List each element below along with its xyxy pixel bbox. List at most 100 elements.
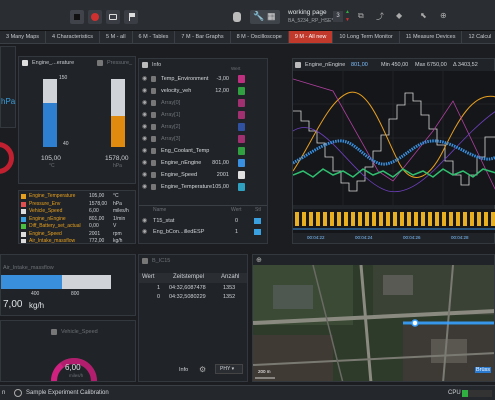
digital-pulse (393, 212, 397, 226)
tab-8[interactable]: 8 M - Oscilloscope (231, 31, 289, 43)
toolbar: 🔧 ▦ working page BA_5234_RP_HSE* 3 ▲ ▼ ⧉ … (0, 0, 495, 31)
eye-icon[interactable]: ◉ (142, 97, 147, 109)
page-number[interactable]: 3 (333, 11, 343, 22)
map-place: Brüss (475, 367, 492, 373)
color-swatch[interactable] (238, 159, 245, 167)
signal-name: Air_Intake_massflow (29, 238, 76, 244)
phy-select[interactable]: PHY ▾ (215, 364, 243, 374)
tab-11[interactable]: 11 Measure Devices (400, 31, 463, 43)
gauge-ring (0, 142, 14, 174)
info-row[interactable]: ◉ Array[3] (139, 133, 267, 145)
eye-icon[interactable]: ◉ (142, 157, 147, 169)
cursor-icon[interactable]: ⬉ (420, 11, 427, 20)
tab-10[interactable]: 10 Long Term Monitor (333, 31, 400, 43)
eye-icon[interactable]: ◉ (142, 73, 147, 85)
tab-4[interactable]: 4 Characteristics (46, 31, 100, 43)
massflow-fill (1, 275, 62, 289)
color-swatch[interactable] (238, 135, 245, 143)
info-signal-value: 105,00 (212, 184, 229, 190)
panel-menu-icon[interactable] (295, 62, 301, 68)
scope-time-3: 00:04:26 (403, 235, 421, 240)
info-row[interactable]: ◉ Array[1] (139, 109, 267, 121)
color-swatch[interactable] (238, 111, 245, 119)
scope-plot (293, 71, 495, 205)
info-row[interactable]: ◉ Array[2] (139, 121, 267, 133)
table-row[interactable]: 0 04:32,5080229 1352 (139, 294, 247, 303)
tab-6[interactable]: 6 M - Tables (133, 31, 176, 43)
color-swatch[interactable] (238, 87, 245, 95)
arrow-up-icon[interactable]: ▲ (345, 9, 350, 15)
color-swatch[interactable] (238, 75, 245, 83)
panel-menu-icon[interactable] (97, 60, 103, 66)
map-panel[interactable]: ⊕ 200 m Brüss (252, 254, 495, 382)
snapshot-button[interactable] (106, 10, 120, 24)
signal-list-item[interactable]: Engine_nEngine 801,00 1/min (19, 216, 135, 223)
config-button[interactable]: 🔧 ▦ (250, 10, 280, 24)
tab-12[interactable]: 12 Calcul (462, 31, 495, 43)
color-swatch[interactable] (238, 183, 245, 191)
info-row[interactable]: ◉ Array[0] (139, 97, 267, 109)
panel-menu-icon[interactable] (22, 60, 28, 66)
color-swatch[interactable] (254, 229, 261, 235)
info-row[interactable]: ◉ Engine_Temperature 105,00 (139, 181, 267, 193)
eye-icon[interactable]: ◉ (142, 145, 147, 157)
marker-button[interactable] (124, 10, 138, 24)
record-button[interactable] (88, 10, 102, 24)
speed-gauge-panel: Vehicle_Speed 6,00 miles/h (0, 320, 136, 382)
color-swatch[interactable] (238, 99, 245, 107)
signal-list-item[interactable]: Engine_Speed 2001 rpm (19, 231, 135, 238)
digital-pulse (309, 212, 313, 226)
zoom-icon[interactable]: ⊕ (440, 11, 447, 20)
eye-icon[interactable]: ◉ (142, 133, 147, 145)
eye-icon[interactable]: ◉ (142, 85, 147, 97)
eye-icon[interactable]: ◉ (142, 181, 147, 193)
eye-icon[interactable]: ◉ (142, 226, 147, 238)
gauge-unit: miles/h (69, 373, 84, 378)
tab-9[interactable]: 9 M - All new (288, 31, 334, 43)
info-row[interactable]: ◉ Engine_Speed 2001 (139, 169, 267, 181)
signal-name: Engine_Speed (29, 230, 62, 237)
eye-icon[interactable]: ◉ (142, 109, 147, 121)
info-row[interactable]: ◉ Eng_Coolant_Temp (139, 145, 267, 157)
signal-list-item[interactable]: Air_Intake_massflow 772,00 kg/h (19, 238, 135, 244)
color-swatch[interactable] (238, 171, 245, 179)
lower-signal-name: Eng_bCon...illedESP (153, 229, 205, 235)
info-row[interactable]: ◉ Engine_nEngine 801,00 (139, 157, 267, 169)
export-icon[interactable]: ⤴ (376, 11, 384, 22)
tab-5[interactable]: 5 M - all (100, 31, 133, 43)
signal-type-icon (151, 88, 156, 94)
info-row[interactable]: ◉ velocity_veh 12,00 (139, 85, 267, 97)
signal-list-item[interactable]: Pressure_Env 1578,00 hPa (19, 201, 135, 208)
signal-list-item[interactable]: Engine_Temperature 105,00 °C (19, 193, 135, 200)
crosshair-icon[interactable]: ⊕ (256, 256, 262, 264)
table-row[interactable]: 1 04:32,6087478 1353 (139, 285, 247, 294)
panel-menu-icon[interactable] (142, 62, 148, 68)
signal-list-item[interactable]: Vehicle_Speed 6,00 miles/h (19, 208, 135, 215)
info-row[interactable]: ◉ Temp_Environment -3,00 (139, 73, 267, 85)
divider (139, 205, 267, 206)
copy-icon[interactable]: ⧉ (358, 11, 364, 21)
info-row[interactable]: ◉ Eng_bCon...illedESP 1 (139, 226, 267, 238)
eye-icon[interactable]: ◉ (142, 169, 147, 181)
map-view[interactable] (253, 265, 495, 382)
footer-info[interactable]: Info (179, 367, 188, 373)
tag-icon[interactable]: ◆ (396, 11, 402, 20)
signal-name: Diff_Battery_set_actual (29, 223, 81, 229)
experiment-name[interactable]: Sample Experiment Calibration (26, 390, 109, 396)
color-swatch[interactable] (254, 218, 261, 224)
tab-3[interactable]: 3 Many Maps (0, 31, 47, 43)
color-swatch[interactable] (238, 123, 245, 131)
arrow-down-icon[interactable]: ▼ (345, 17, 350, 23)
signal-type-icon (151, 124, 156, 130)
panel-menu-icon[interactable] (142, 258, 148, 264)
digital-pulse (365, 212, 369, 226)
color-swatch[interactable] (238, 147, 245, 155)
signal-list-item[interactable]: Diff_Battery_set_actual 0,00 V (19, 223, 135, 230)
col-count: Anzahl (221, 274, 240, 280)
eye-icon[interactable]: ◉ (142, 121, 147, 133)
tab-7[interactable]: 7 M - Bar Graphs (175, 31, 231, 43)
panel-menu-icon[interactable] (51, 329, 57, 335)
stop-button[interactable] (70, 10, 84, 24)
gear-icon[interactable]: ⚙ (199, 365, 206, 374)
database-button[interactable] (230, 10, 244, 24)
